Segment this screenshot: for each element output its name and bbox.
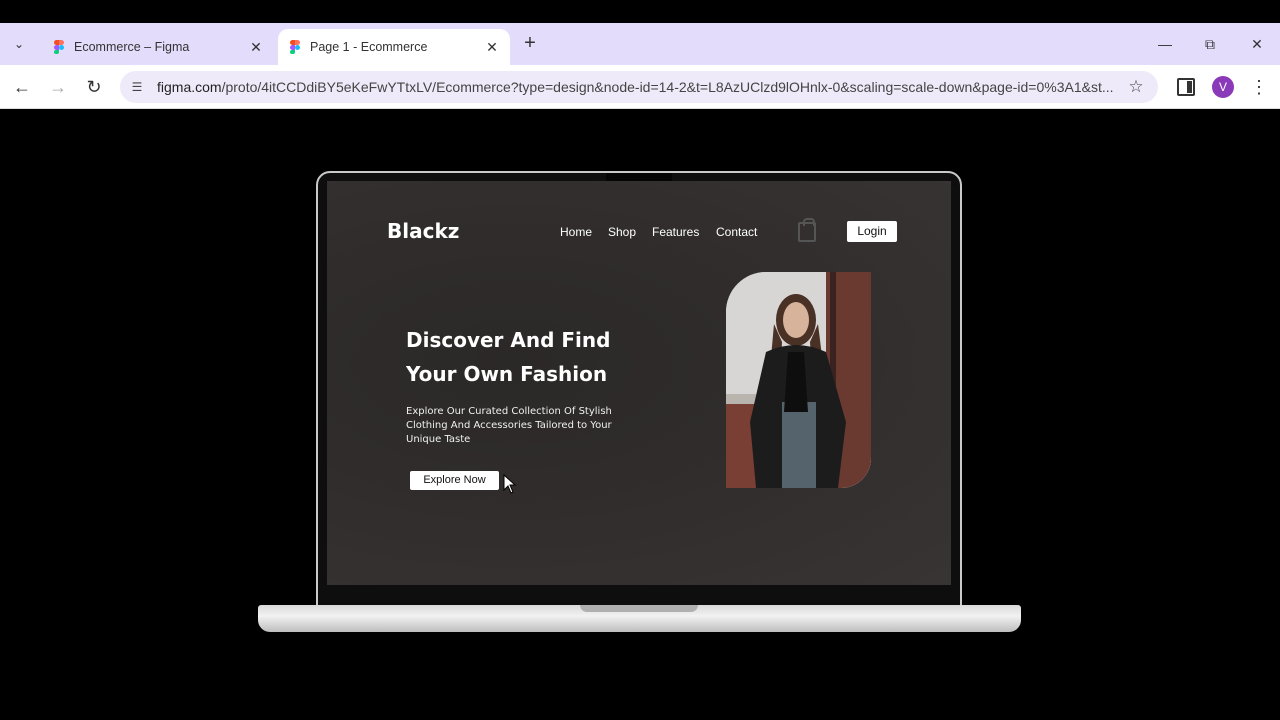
kebab-menu-icon[interactable]: ⋮ (1250, 76, 1268, 98)
laptop-mockup: Blackz Home Shop Features Contact Login … (316, 171, 962, 607)
tab-title: Ecommerce – Figma (74, 40, 190, 54)
hero-title-line-1: Discover And Find (406, 328, 611, 352)
nav-features[interactable]: Features (652, 225, 699, 239)
top-black-strip (0, 0, 1280, 23)
nav-shop[interactable]: Shop (608, 225, 636, 239)
hero-model-photo (726, 272, 871, 488)
nav-contact[interactable]: Contact (716, 225, 757, 239)
shopping-bag-icon[interactable] (798, 218, 816, 242)
site-brand-logo[interactable]: Blackz (387, 219, 459, 243)
site-info-icon[interactable]: ☰ (128, 78, 146, 96)
tab-title: Page 1 - Ecommerce (310, 40, 428, 54)
browser-tab-bar: ⌄ Ecommerce – Figma ✕ Page 1 - Ecommerce… (0, 23, 1280, 65)
close-icon[interactable]: ✕ (484, 39, 500, 55)
hero-subtitle-line-1: Explore Our Curated Collection Of Stylis… (406, 406, 612, 417)
back-arrow-icon[interactable]: ← (11, 76, 33, 98)
hero-subtitle-line-2: Clothing And Accessories Tailored to You… (406, 420, 612, 431)
mouse-cursor-icon (503, 474, 517, 494)
hero-title: Discover And Find Your Own Fashion (406, 323, 666, 391)
bookmark-star-icon[interactable]: ☆ (1126, 77, 1146, 97)
restore-icon[interactable]: ⧉ (1201, 35, 1219, 53)
explore-now-button[interactable]: Explore Now (410, 471, 499, 490)
url-host: figma.com (157, 79, 222, 95)
tab-search-chevron-icon[interactable]: ⌄ (8, 33, 30, 55)
side-panel-icon[interactable] (1177, 78, 1195, 96)
tab-page-1-ecommerce[interactable]: Page 1 - Ecommerce ✕ (278, 29, 510, 65)
url-text[interactable]: figma.com/proto/4itCCDdiBY5eKeFwYTtxLV/E… (157, 79, 1117, 95)
new-tab-plus-icon[interactable]: + (520, 33, 540, 54)
figma-icon (52, 40, 66, 54)
laptop-base (258, 605, 1021, 632)
close-icon[interactable]: ✕ (248, 39, 264, 55)
close-window-icon[interactable]: ✕ (1248, 35, 1266, 53)
hero-subtitle-line-3: Unique Taste (406, 434, 471, 445)
browser-toolbar: ← → ↻ ☰ figma.com/proto/4itCCDdiBY5eKeFw… (0, 65, 1280, 109)
profile-avatar[interactable]: V (1212, 76, 1234, 98)
forward-arrow-icon[interactable]: → (47, 76, 69, 98)
tab-ecommerce-figma[interactable]: Ecommerce – Figma ✕ (42, 29, 274, 65)
nav-home[interactable]: Home (560, 225, 592, 239)
laptop-base-notch (580, 605, 698, 612)
hero-subtitle: Explore Our Curated Collection Of Stylis… (406, 405, 626, 447)
prototype-screen: Blackz Home Shop Features Contact Login … (327, 181, 951, 585)
hero-title-line-2: Your Own Fashion (406, 362, 608, 386)
minimize-icon[interactable]: — (1156, 35, 1174, 53)
url-path: /proto/4itCCDdiBY5eKeFwYTtxLV/Ecommerce?… (221, 79, 1114, 95)
address-bar[interactable]: ☰ figma.com/proto/4itCCDdiBY5eKeFwYTtxLV… (120, 71, 1158, 103)
figma-icon (288, 40, 302, 54)
login-button[interactable]: Login (847, 221, 897, 242)
reload-icon[interactable]: ↻ (83, 76, 105, 98)
